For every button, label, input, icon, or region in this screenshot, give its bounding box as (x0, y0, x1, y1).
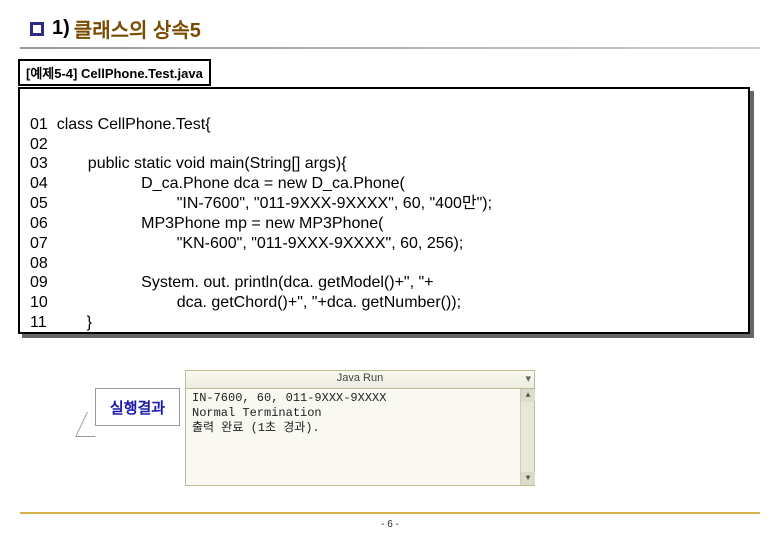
code-line: 04 D_ca.Phone dca = new D_ca.Phone( (30, 175, 405, 192)
result-section: 실행결과 Java Run ▾ IN-7600, 60, 011-9XXX-9X… (95, 370, 535, 486)
code-line: 08 (30, 255, 48, 272)
example-label: [예제5-4] CellPhone.Test.java (18, 59, 211, 86)
result-line: Normal Termination (192, 406, 322, 420)
code-line: 05 "IN-7600", "011-9XXX-9XXXX", 60, "400… (30, 195, 492, 212)
result-line: IN-7600, 60, 011-9XXX-9XXXX (192, 391, 386, 405)
result-panel-body: IN-7600, 60, 011-9XXX-9XXXX Normal Termi… (186, 389, 534, 485)
result-panel-header: Java Run ▾ (186, 371, 534, 389)
result-label-box: 실행결과 (95, 388, 180, 426)
connector-line (75, 412, 107, 437)
scroll-up-icon[interactable]: ▲ (521, 389, 535, 402)
section-number: 1) (52, 17, 70, 40)
footer-divider (20, 512, 760, 514)
code-line: 10 dca. getChord()+", "+dca. getNumber()… (30, 294, 461, 311)
section-title-text: 클래스의 상속5 (74, 14, 201, 43)
code-line: 07 "KN-600", "011-9XXX-9XXXX", 60, 256); (30, 235, 463, 252)
bullet-icon (30, 22, 44, 36)
scroll-down-icon[interactable]: ▼ (521, 472, 535, 485)
title-underline (20, 47, 760, 49)
code-line: 09 System. out. println(dca. getModel()+… (30, 274, 434, 291)
code-line: 02 (30, 136, 48, 153)
section-title: 1) 클래스의 상속5 (0, 0, 780, 43)
scrollbar[interactable]: ▲ ▼ (520, 389, 534, 485)
panel-menu-icon[interactable]: ▾ (525, 372, 531, 385)
result-label: 실행결과 (110, 397, 165, 418)
code-block: 01 class CellPhone.Test{ 02 03 public st… (18, 87, 750, 334)
code-line: 06 MP3Phone mp = new MP3Phone( (30, 215, 384, 232)
code-line: 11 } (30, 314, 92, 331)
result-line: 출력 완료 (1초 경과). (192, 421, 320, 435)
code-line: 01 class CellPhone.Test{ (30, 116, 211, 133)
code-line: 03 public static void main(String[] args… (30, 155, 347, 172)
result-panel-title: Java Run (337, 372, 383, 384)
result-panel: Java Run ▾ IN-7600, 60, 011-9XXX-9XXXX N… (185, 370, 535, 486)
page-number: - 6 - (381, 519, 399, 530)
